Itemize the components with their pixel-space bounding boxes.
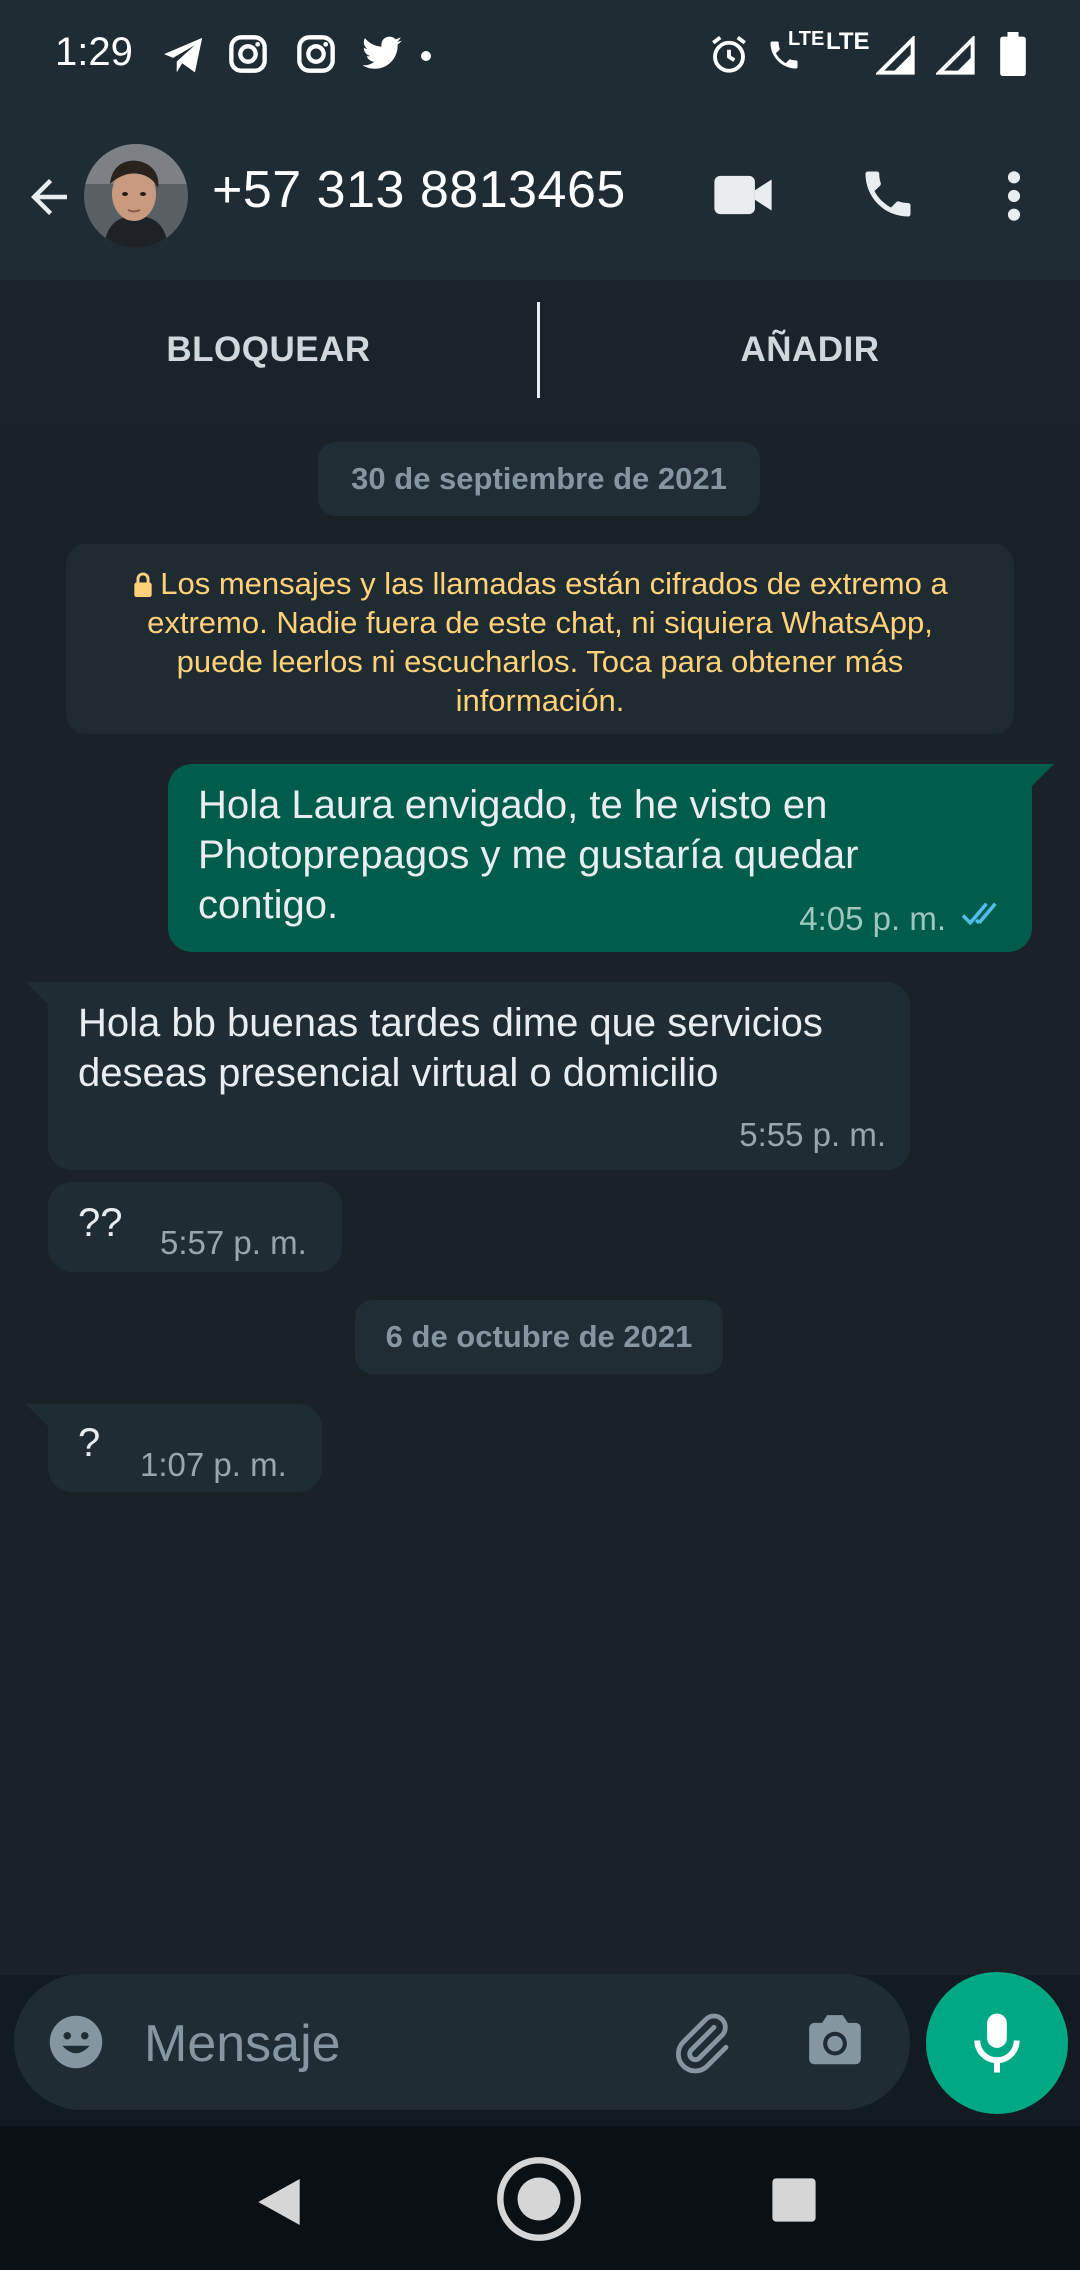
camera-icon[interactable] — [804, 2012, 866, 2070]
nav-back-icon[interactable] — [256, 2176, 302, 2228]
bubble-tail — [26, 982, 50, 1006]
contact-name[interactable]: +57 313 8813465 — [212, 160, 626, 220]
emoji-icon[interactable] — [46, 2012, 106, 2072]
message-time: 5:57 p. m. — [160, 1224, 307, 1261]
voice-message-button[interactable] — [926, 1972, 1068, 2114]
read-receipt-icon — [961, 902, 997, 926]
date-chip: 30 de septiembre de 2021 — [318, 442, 760, 516]
encryption-notice[interactable]: Los mensajes y las llamadas están cifrad… — [66, 544, 1014, 734]
signal-icon — [876, 36, 915, 75]
instagram-icon — [229, 35, 267, 73]
bubble-tail — [1030, 764, 1054, 788]
chat-header: +57 313 8813465 — [0, 112, 1080, 280]
lock-icon — [134, 572, 152, 597]
encryption-text: Los mensajes y las llamadas están cifrad… — [147, 566, 948, 718]
date-chip: 6 de octubre de 2021 — [355, 1300, 723, 1374]
message-time: 1:07 p. m. — [140, 1446, 287, 1483]
message-time: 4:05 p. m. — [799, 900, 946, 937]
phone-icon[interactable] — [858, 164, 918, 224]
nav-recents-icon[interactable] — [770, 2176, 818, 2224]
avatar-image — [84, 144, 188, 248]
bubble-tail — [26, 1404, 50, 1428]
network-type-label: LTE — [826, 28, 870, 55]
message-composer: Mensaje — [14, 1974, 910, 2110]
more-vert-icon[interactable] — [998, 168, 1030, 224]
twitter-icon — [362, 36, 402, 69]
message-list[interactable]: 30 de septiembre de 2021 Los mensajes y … — [0, 420, 1080, 1975]
dot-icon — [421, 51, 431, 61]
message-time: 5:55 p. m. — [739, 1116, 886, 1153]
message-bubble-incoming[interactable]: ?? 5:57 p. m. — [48, 1182, 342, 1272]
block-button[interactable]: BLOQUEAR — [0, 280, 537, 420]
attach-icon[interactable] — [670, 2010, 734, 2074]
nav-home-icon[interactable] — [496, 2156, 582, 2242]
add-contact-button[interactable]: AÑADIR — [540, 280, 1080, 420]
message-bubble-outgoing[interactable]: Hola Laura envigado, te he visto en Phot… — [168, 764, 1032, 952]
message-text: ? — [78, 1421, 101, 1465]
message-bubble-incoming[interactable]: Hola bb buenas tardes dime que servicios… — [48, 982, 910, 1170]
volte-label: LTE — [788, 28, 825, 50]
system-nav-bar — [0, 2126, 1080, 2270]
battery-icon — [1000, 32, 1026, 76]
unknown-contact-actions: BLOQUEAR AÑADIR — [0, 280, 1080, 420]
back-arrow-icon[interactable] — [22, 170, 76, 224]
message-text: Hola bb buenas tardes dime que servicios… — [78, 1001, 823, 1095]
message-input[interactable]: Mensaje — [144, 2014, 341, 2074]
avatar[interactable] — [84, 144, 188, 248]
message-bubble-incoming[interactable]: ? 1:07 p. m. — [48, 1404, 322, 1492]
video-call-icon[interactable] — [712, 170, 774, 220]
mic-icon — [974, 2013, 1020, 2073]
status-time: 1:29 — [55, 30, 133, 74]
status-bar: 1:29 LTE LTE — [0, 0, 1080, 112]
telegram-icon — [164, 37, 203, 73]
message-text: ?? — [78, 1201, 123, 1245]
alarm-icon — [712, 35, 746, 73]
instagram-icon — [297, 35, 335, 73]
signal-icon — [936, 36, 975, 75]
